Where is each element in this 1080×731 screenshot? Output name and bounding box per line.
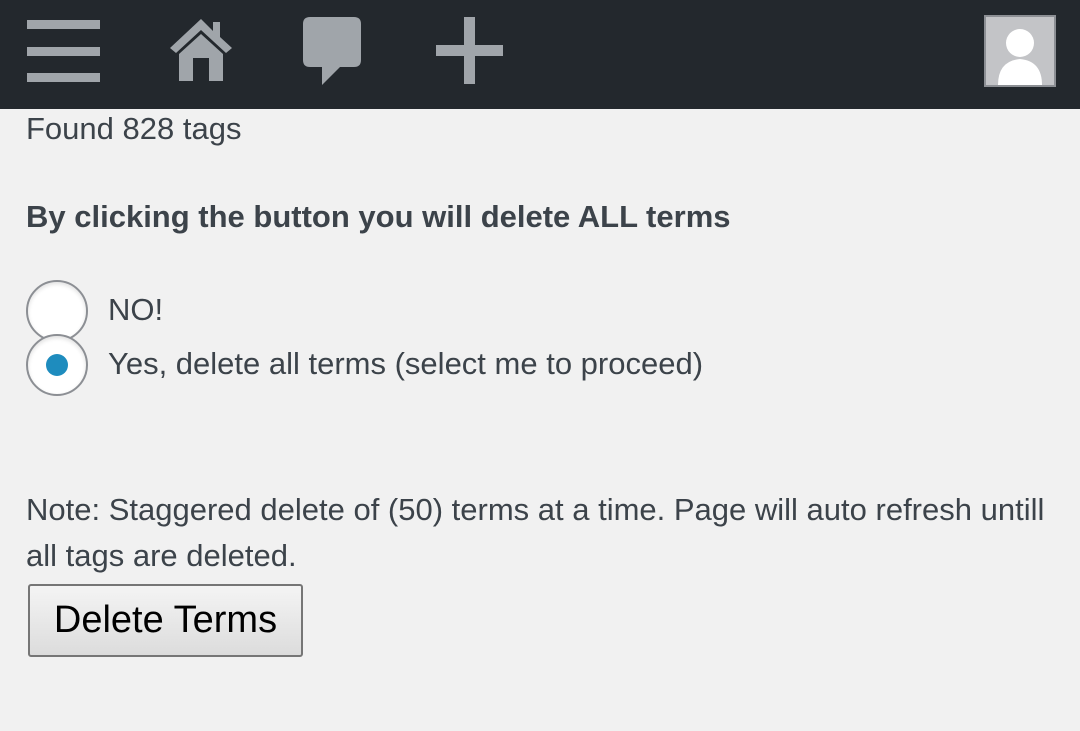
found-tags-count: Found 828 tags [26, 111, 242, 146]
home-icon[interactable] [168, 17, 234, 83]
admin-bar [0, 0, 1080, 109]
radio-no[interactable] [26, 280, 88, 342]
delete-terms-button[interactable]: Delete Terms [28, 584, 303, 657]
option-no-label[interactable]: NO! [108, 292, 163, 328]
stagger-note: Note: Staggered delete of (50) terms at … [26, 492, 1045, 573]
option-yes-label[interactable]: Yes, delete all terms (select me to proc… [108, 346, 703, 382]
comment-icon[interactable] [302, 16, 362, 86]
menu-icon[interactable] [27, 20, 100, 82]
option-yes[interactable]: Yes, delete all terms (select me to proc… [26, 334, 926, 396]
plus-icon[interactable] [436, 17, 503, 84]
option-no[interactable]: NO! [26, 280, 926, 342]
delete-warning: By clicking the button you will delete A… [26, 199, 731, 234]
avatar[interactable] [984, 15, 1056, 87]
radio-yes[interactable] [26, 334, 88, 396]
radio-selected-dot [46, 354, 68, 376]
